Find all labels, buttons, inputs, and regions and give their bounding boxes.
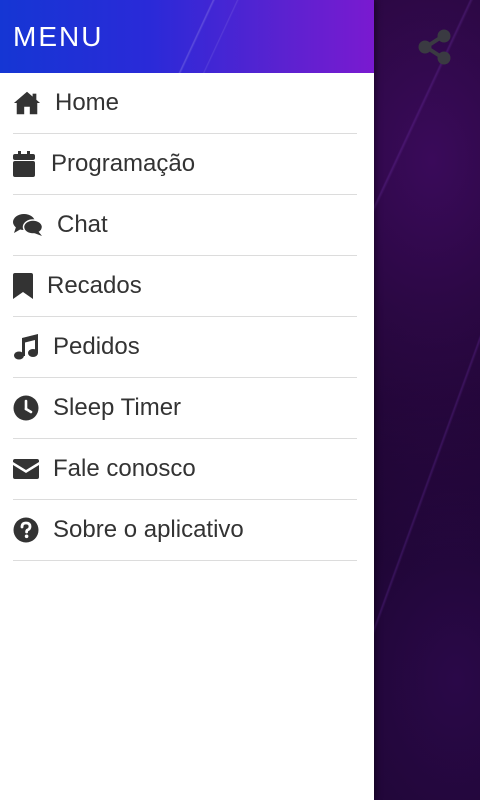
- calendar-icon: [13, 150, 37, 178]
- clock-icon: [13, 394, 39, 422]
- menu-item-label: Chat: [57, 211, 108, 238]
- bookmark-icon: [13, 272, 33, 300]
- menu-item-recados[interactable]: Recados: [13, 256, 357, 317]
- menu-item-label: Pedidos: [53, 333, 140, 360]
- menu-item-label: Programação: [51, 150, 196, 177]
- envelope-icon: [13, 455, 39, 483]
- menu-item-label: Fale conosco: [53, 455, 196, 482]
- menu-item-chat[interactable]: Chat: [13, 195, 357, 256]
- chat-icon: [13, 211, 43, 239]
- menu-item-sobre-o-aplicativo[interactable]: Sobre o aplicativo: [13, 500, 357, 561]
- menu-item-home[interactable]: Home: [13, 73, 357, 134]
- menu-item-sleep-timer[interactable]: Sleep Timer: [13, 378, 357, 439]
- menu-item-pedidos[interactable]: Pedidos: [13, 317, 357, 378]
- question-circle-icon: [13, 516, 39, 544]
- drawer-header: MENU: [0, 0, 374, 73]
- menu-item-label: Recados: [47, 272, 142, 299]
- app-screen: MENU Home Programação Chat Recados Pedid…: [0, 0, 480, 800]
- drawer-title: MENU: [13, 20, 104, 52]
- music-note-icon: [13, 333, 39, 361]
- menu-list: Home Programação Chat Recados Pedidos Sl…: [0, 73, 374, 561]
- menu-item-label: Home: [55, 89, 120, 116]
- menu-item-label: Sobre o aplicativo: [53, 516, 244, 543]
- share-icon: [416, 29, 454, 70]
- share-button[interactable]: [416, 28, 454, 66]
- home-icon: [13, 89, 41, 117]
- menu-item-label: Sleep Timer: [53, 394, 182, 421]
- menu-item-fale-conosco[interactable]: Fale conosco: [13, 439, 357, 500]
- menu-item-programacao[interactable]: Programação: [13, 134, 357, 195]
- navigation-drawer: MENU Home Programação Chat Recados Pedid…: [0, 0, 374, 800]
